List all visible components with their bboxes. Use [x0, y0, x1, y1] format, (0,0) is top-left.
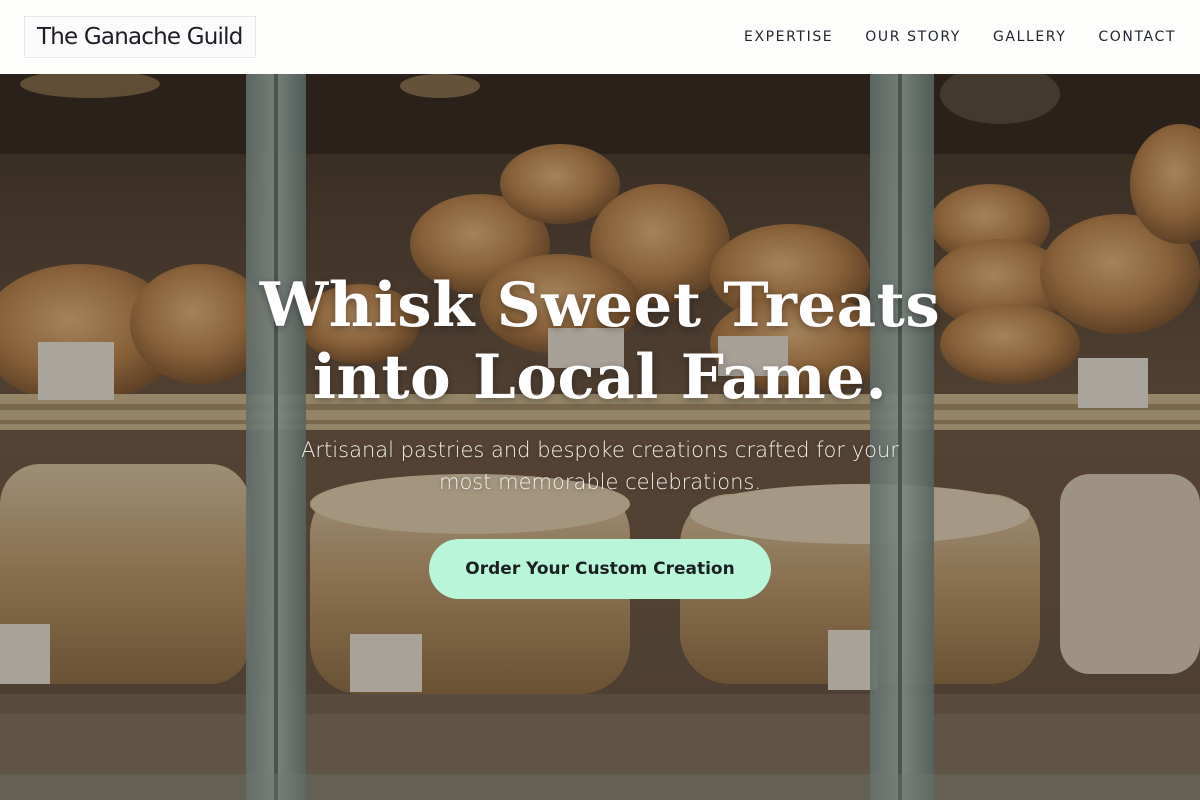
- main-nav: EXPERTISE OUR STORY GALLERY CONTACT: [744, 29, 1176, 45]
- nav-link-expertise[interactable]: EXPERTISE: [744, 29, 833, 45]
- nav-link-gallery[interactable]: GALLERY: [993, 29, 1066, 45]
- hero-content: Whisk Sweet Treats into Local Fame. Arti…: [0, 270, 1200, 599]
- order-custom-creation-button[interactable]: Order Your Custom Creation: [429, 539, 771, 599]
- logo-text: The Ganache Guild: [37, 24, 243, 50]
- hero-subtitle: Artisanal pastries and bespoke creations…: [301, 438, 899, 494]
- hero-section: Whisk Sweet Treats into Local Fame. Arti…: [0, 74, 1200, 800]
- logo[interactable]: The Ganache Guild: [24, 16, 256, 58]
- site-header: The Ganache Guild EXPERTISE OUR STORY GA…: [0, 0, 1200, 74]
- nav-link-contact[interactable]: CONTACT: [1098, 29, 1176, 45]
- hero-title: Whisk Sweet Treats into Local Fame.: [0, 270, 1200, 414]
- hero-title-line-1: Whisk Sweet Treats: [259, 270, 941, 341]
- nav-link-our-story[interactable]: OUR STORY: [865, 29, 961, 45]
- hero-title-line-2: into Local Fame.: [312, 342, 888, 413]
